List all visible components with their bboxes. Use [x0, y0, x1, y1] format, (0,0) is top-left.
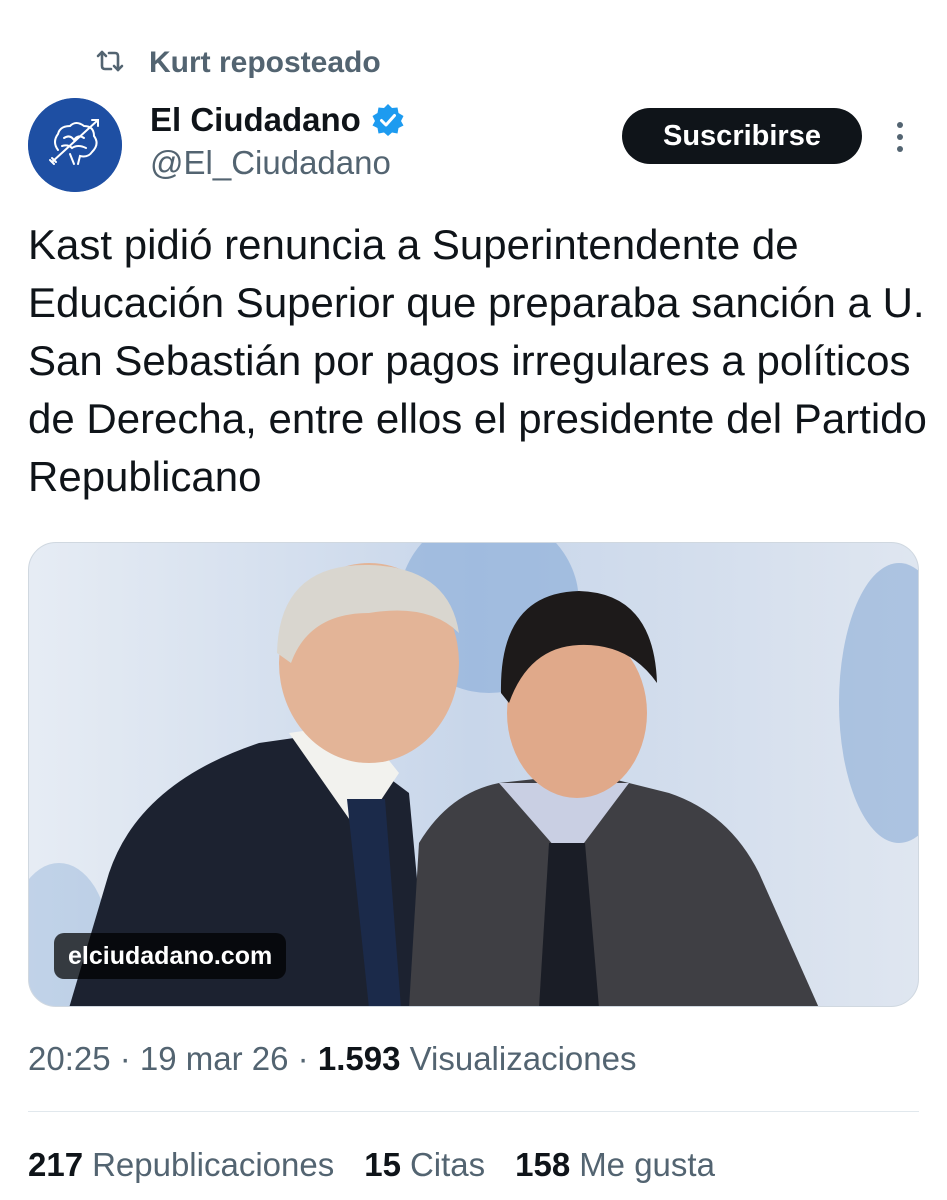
- author-name-row[interactable]: El Ciudadano: [150, 98, 405, 142]
- tweet-stats: 217 Republicaciones 15 Citas 158 Me gusta: [28, 1146, 745, 1184]
- more-vertical-icon[interactable]: [888, 118, 912, 158]
- verified-badge-icon: [371, 103, 405, 137]
- avatar[interactable]: [28, 98, 122, 192]
- quotes-count: 15: [364, 1146, 401, 1183]
- views-count: 1.593: [317, 1040, 401, 1077]
- brain-arrow-logo-icon: [28, 98, 122, 192]
- stat-likes[interactable]: 158 Me gusta: [515, 1146, 715, 1184]
- media-source-label[interactable]: elciudadano.com: [54, 933, 287, 979]
- author-handle[interactable]: @El_Ciudadano: [150, 144, 391, 182]
- reposts-label: Republicaciones: [92, 1146, 335, 1183]
- likes-label: Me gusta: [579, 1146, 715, 1183]
- stat-quotes[interactable]: 15 Citas: [364, 1146, 485, 1184]
- author-name[interactable]: El Ciudadano: [150, 101, 361, 139]
- subscribe-button[interactable]: Suscribirse: [622, 108, 862, 164]
- stat-reposts[interactable]: 217 Republicaciones: [28, 1146, 334, 1184]
- meta-separator: ·: [288, 1040, 318, 1077]
- retweet-icon: [95, 48, 125, 79]
- repost-indicator[interactable]: Kurt reposteado: [95, 44, 381, 82]
- meta-separator: ·: [110, 1040, 140, 1077]
- quotes-label: Citas: [409, 1146, 486, 1183]
- tweet-text: Kast pidió renuncia a Superintendente de…: [28, 221, 927, 500]
- repost-label: Kurt reposteado: [149, 46, 381, 79]
- reposts-count: 217: [28, 1146, 84, 1183]
- likes-count: 158: [515, 1146, 571, 1183]
- tweet-date[interactable]: 19 mar 26: [140, 1040, 289, 1077]
- tweet-time[interactable]: 20:25: [28, 1040, 111, 1077]
- divider: [28, 1111, 919, 1112]
- views-label: Visualizaciones: [409, 1040, 637, 1077]
- tweet-meta: 20:25 · 19 mar 26 · 1.593 Visualizacione…: [28, 1040, 636, 1078]
